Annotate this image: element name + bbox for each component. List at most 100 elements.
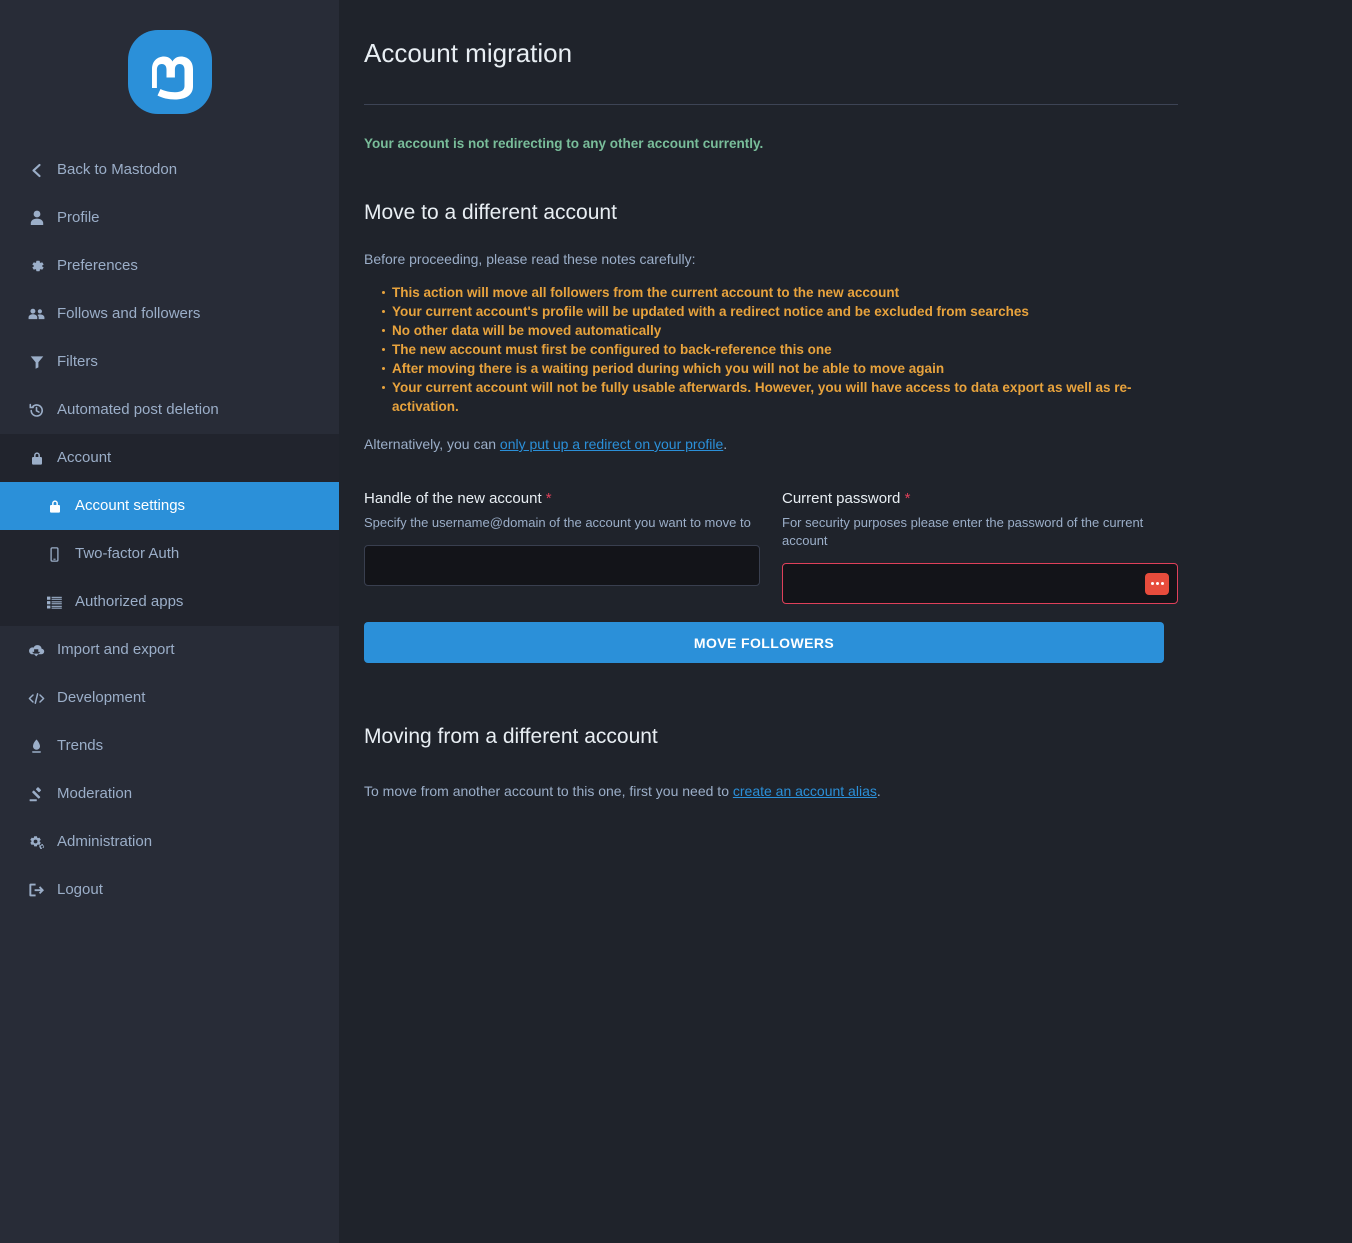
required-marker: * xyxy=(546,490,552,507)
moving-from-suffix-text: . xyxy=(877,783,881,799)
handle-input-wrap xyxy=(364,545,760,586)
sidebar: Back to Mastodon Profile Preferences Fol… xyxy=(0,0,339,1243)
move-to-different-account-section: Move to a different account Before proce… xyxy=(364,199,1178,663)
sidebar-item-label: Two-factor Auth xyxy=(75,541,179,567)
sidebar-item-profile[interactable]: Profile xyxy=(0,194,339,242)
gavel-icon xyxy=(28,786,45,803)
chevron-left-icon xyxy=(28,162,45,179)
page-title: Account migration xyxy=(364,36,1178,70)
handle-label-text: Handle of the new account xyxy=(364,490,542,507)
sidebar-item-back-to-mastodon[interactable]: Back to Mastodon xyxy=(0,146,339,194)
create-account-alias-link[interactable]: create an account alias xyxy=(733,783,877,799)
users-icon xyxy=(28,306,45,323)
redirect-profile-link[interactable]: only put up a redirect on your profile xyxy=(500,436,723,452)
filter-icon xyxy=(28,354,45,371)
dot xyxy=(1161,582,1164,585)
cloud-download-icon xyxy=(28,642,45,659)
sidebar-item-label: Back to Mastodon xyxy=(57,157,177,183)
sidebar-item-development[interactable]: Development xyxy=(0,674,339,722)
sidebar-item-import-and-export[interactable]: Import and export xyxy=(0,626,339,674)
sidebar-item-automated-post-deletion[interactable]: Automated post deletion xyxy=(0,386,339,434)
handle-field-group: Handle of the new account * Specify the … xyxy=(364,488,760,604)
handle-input[interactable] xyxy=(364,545,760,586)
list-item: The new account must first be configured… xyxy=(382,340,1178,359)
sidebar-item-authorized-apps[interactable]: Authorized apps xyxy=(0,578,339,626)
sidebar-item-label: Account xyxy=(57,445,111,471)
sidebar-item-label: Trends xyxy=(57,733,103,759)
dot xyxy=(1156,582,1159,585)
title-divider xyxy=(364,104,1178,105)
sidebar-item-label: Automated post deletion xyxy=(57,397,219,423)
sidebar-nav: Back to Mastodon Profile Preferences Fol… xyxy=(0,146,339,914)
fire-icon xyxy=(28,738,45,755)
alt-suffix-text: . xyxy=(723,436,727,452)
password-field-group: Current password * For security purposes… xyxy=(782,488,1178,604)
sidebar-item-label: Development xyxy=(57,685,145,711)
sidebar-item-label: Preferences xyxy=(57,253,138,279)
sidebar-item-moderation[interactable]: Moderation xyxy=(0,770,339,818)
sidebar-item-label: Filters xyxy=(57,349,98,375)
handle-field-hint: Specify the username@domain of the accou… xyxy=(364,514,760,532)
mobile-icon xyxy=(46,546,63,563)
list-item: Your current account will not be fully u… xyxy=(382,378,1178,416)
sidebar-item-label: Follows and followers xyxy=(57,301,200,327)
form-fields-row: Handle of the new account * Specify the … xyxy=(364,488,1178,604)
content-column: Account migration Your account is not re… xyxy=(364,36,1178,801)
lock-icon xyxy=(28,450,45,467)
main-content: Account migration Your account is not re… xyxy=(339,0,1352,1243)
password-field-hint: For security purposes please enter the p… xyxy=(782,514,1178,550)
history-icon xyxy=(28,402,45,419)
sidebar-item-label: Logout xyxy=(57,877,103,903)
password-label-text: Current password xyxy=(782,490,900,507)
handle-field-label: Handle of the new account * xyxy=(364,488,760,509)
list-icon xyxy=(46,594,63,611)
move-section-lead: Before proceeding, please read these not… xyxy=(364,249,1178,269)
gear-icon xyxy=(28,258,45,275)
sidebar-item-follows-and-followers[interactable]: Follows and followers xyxy=(0,290,339,338)
cogs-icon xyxy=(28,834,45,851)
sidebar-item-label: Import and export xyxy=(57,637,175,663)
sidebar-group-account: Account Account settings Two-factor Auth xyxy=(0,434,339,626)
redirect-status-message: Your account is not redirecting to any o… xyxy=(364,135,1178,153)
logo-container xyxy=(0,20,339,146)
password-manager-badge-icon[interactable] xyxy=(1145,573,1169,595)
account-migration-form: Handle of the new account * Specify the … xyxy=(364,488,1178,663)
code-icon xyxy=(28,690,45,707)
password-field-label: Current password * xyxy=(782,488,1178,509)
sidebar-item-administration[interactable]: Administration xyxy=(0,818,339,866)
sidebar-item-label: Profile xyxy=(57,205,100,231)
sidebar-item-two-factor-auth[interactable]: Two-factor Auth xyxy=(0,530,339,578)
migration-notes-list: This action will move all followers from… xyxy=(364,283,1178,416)
app-layout: Back to Mastodon Profile Preferences Fol… xyxy=(0,0,1352,1243)
moving-from-prefix-text: To move from another account to this one… xyxy=(364,783,733,799)
list-item: This action will move all followers from… xyxy=(382,283,1178,302)
moving-from-different-account-section: Moving from a different account To move … xyxy=(364,723,1178,801)
alt-prefix-text: Alternatively, you can xyxy=(364,436,500,452)
required-marker: * xyxy=(905,490,911,507)
list-item: After moving there is a waiting period d… xyxy=(382,359,1178,378)
sidebar-item-logout[interactable]: Logout xyxy=(0,866,339,914)
sidebar-item-preferences[interactable]: Preferences xyxy=(0,242,339,290)
sidebar-item-account-settings[interactable]: Account settings xyxy=(0,482,339,530)
sidebar-item-label: Authorized apps xyxy=(75,589,183,615)
user-icon xyxy=(28,210,45,227)
sidebar-item-trends[interactable]: Trends xyxy=(0,722,339,770)
sign-out-icon xyxy=(28,882,45,899)
list-item: No other data will be moved automaticall… xyxy=(382,321,1178,340)
lock-icon xyxy=(46,498,63,515)
moving-from-section-title: Moving from a different account xyxy=(364,723,1178,751)
sidebar-item-filters[interactable]: Filters xyxy=(0,338,339,386)
password-input[interactable] xyxy=(782,563,1178,604)
sidebar-item-label: Administration xyxy=(57,829,152,855)
moving-from-section-text: To move from another account to this one… xyxy=(364,781,1178,801)
alternative-redirect-line: Alternatively, you can only put up a red… xyxy=(364,434,1178,454)
sidebar-item-label: Account settings xyxy=(75,493,185,519)
mastodon-logo xyxy=(126,28,214,116)
move-section-title: Move to a different account xyxy=(364,199,1178,227)
sidebar-item-label: Moderation xyxy=(57,781,132,807)
sidebar-item-account[interactable]: Account xyxy=(0,434,339,482)
list-item: Your current account's profile will be u… xyxy=(382,302,1178,321)
dot xyxy=(1151,582,1154,585)
move-followers-button[interactable]: MOVE FOLLOWERS xyxy=(364,622,1164,663)
password-input-wrap xyxy=(782,563,1178,604)
